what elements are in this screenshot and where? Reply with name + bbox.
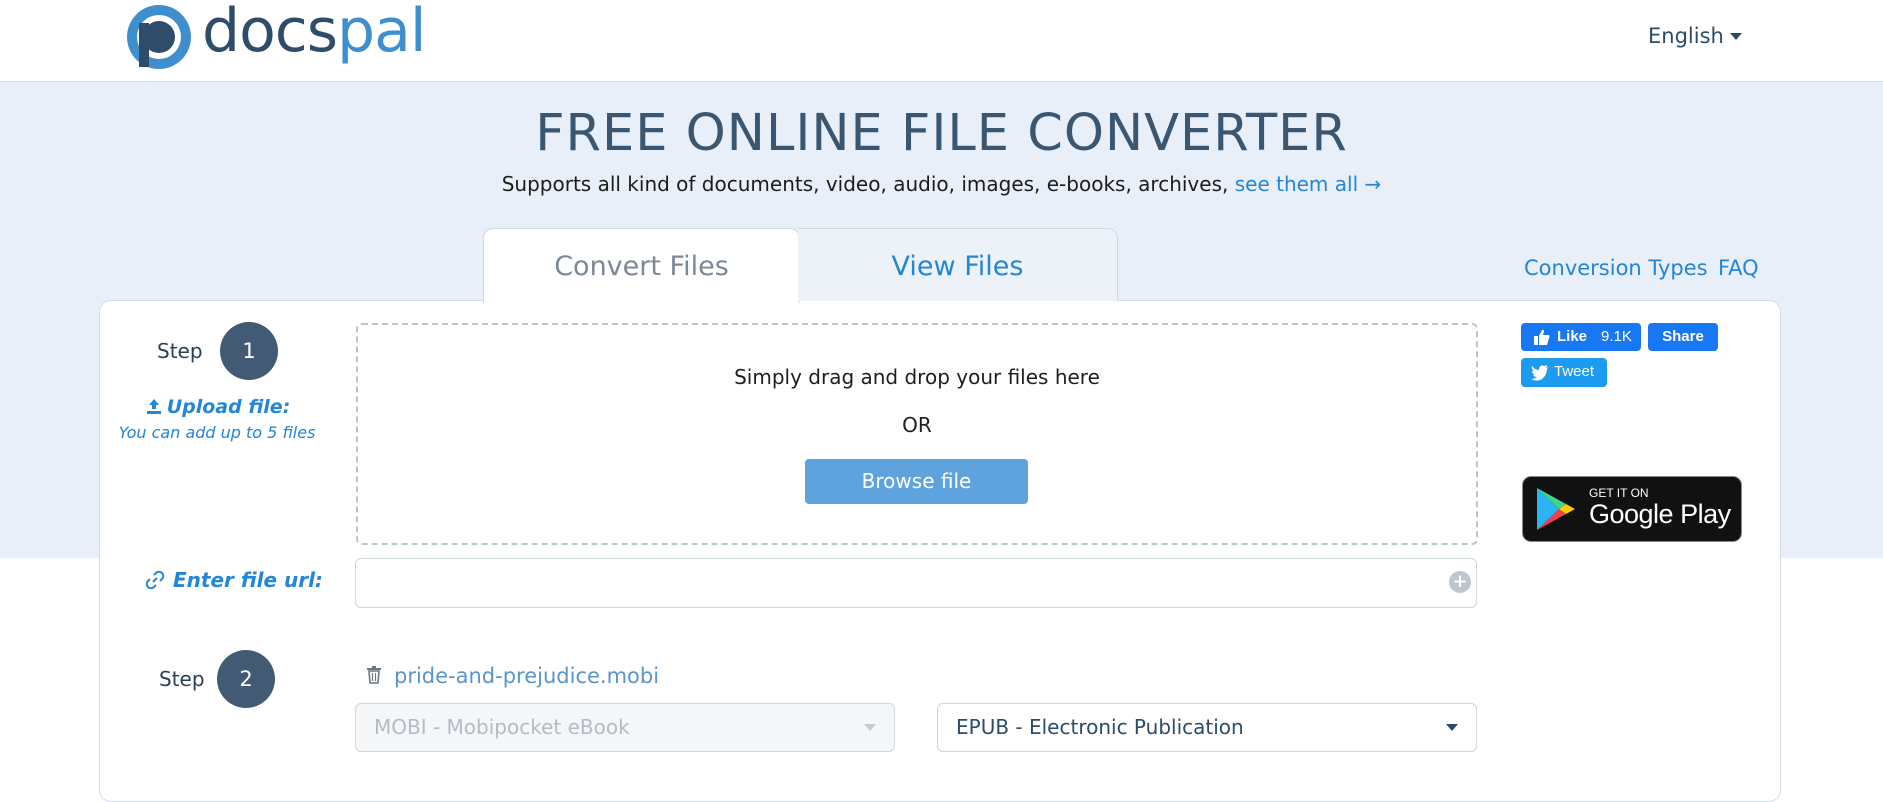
file-url-input[interactable] (355, 558, 1477, 608)
tweet-button[interactable]: Tweet (1521, 358, 1607, 387)
gplay-small-text: GET IT ON (1589, 486, 1649, 500)
step-1-label: Step (157, 339, 203, 363)
upload-hint: You can add up to 5 files (118, 423, 316, 442)
chevron-down-icon (1446, 724, 1458, 731)
chevron-down-icon (864, 724, 876, 731)
page-title: FREE ONLINE FILE CONVERTER (535, 104, 1348, 163)
upload-icon (146, 399, 161, 414)
or-separator: OR (902, 413, 932, 437)
target-format-value: EPUB - Electronic Publication (956, 715, 1244, 739)
step-1-number: 1 (220, 322, 278, 380)
tab-view-files[interactable]: View Files (798, 228, 1118, 301)
dropzone-text: Simply drag and drop your files here (734, 365, 1100, 389)
uploaded-file-name[interactable]: pride-and-prejudice.mobi (394, 664, 659, 688)
trash-icon[interactable] (366, 666, 382, 684)
page-subtitle: Supports all kind of documents, video, a… (0, 172, 1883, 196)
tab-label: Convert Files (554, 251, 729, 282)
source-format-select: MOBI - Mobipocket eBook (355, 703, 895, 752)
chevron-down-icon[interactable] (1730, 33, 1742, 40)
faq-link[interactable]: FAQ (1718, 256, 1759, 280)
tab-label: View Files (891, 251, 1024, 282)
google-play-icon (1537, 488, 1575, 530)
step-2-label: Step (159, 667, 205, 691)
link-icon (145, 570, 165, 590)
browse-file-button[interactable]: Browse file (805, 459, 1028, 504)
logo-text-docs: docs (202, 0, 338, 66)
url-label-text: Enter file url: (173, 568, 323, 592)
target-format-select[interactable]: EPUB - Electronic Publication (937, 703, 1477, 752)
upload-title-text: Upload file: (166, 396, 291, 418)
subtitle-text: Supports all kind of documents, video, a… (501, 172, 1229, 196)
language-selector[interactable]: English (1648, 24, 1724, 48)
enter-url-label: Enter file url: (145, 568, 323, 592)
step-2-number: 2 (217, 650, 275, 708)
see-them-all-link[interactable]: see them all → (1235, 172, 1382, 196)
like-label: Like (1557, 328, 1588, 345)
logo-text-pal: pal (337, 0, 427, 66)
tweet-label: Tweet (1554, 363, 1595, 380)
conversion-types-link[interactable]: Conversion Types (1524, 256, 1708, 280)
twitter-bird-icon (1531, 365, 1548, 381)
gplay-big-text: Google Play (1589, 499, 1731, 529)
docspal-logo-icon[interactable] (125, 3, 193, 71)
logo-wordmark[interactable]: docspal (202, 0, 427, 66)
add-url-plus-icon[interactable]: + (1449, 571, 1471, 593)
google-play-badge[interactable]: GET IT ON Google Play (1522, 476, 1742, 542)
source-format-value: MOBI - Mobipocket eBook (374, 715, 630, 739)
upload-file-label: Upload file: (120, 396, 315, 418)
thumbs-up-icon (1534, 329, 1550, 345)
tab-convert-files[interactable]: Convert Files (483, 228, 800, 303)
facebook-share-button[interactable]: Share (1648, 323, 1718, 351)
like-count: 9.1K (1601, 328, 1632, 345)
facebook-like-button[interactable]: Like 9.1K (1521, 323, 1641, 351)
